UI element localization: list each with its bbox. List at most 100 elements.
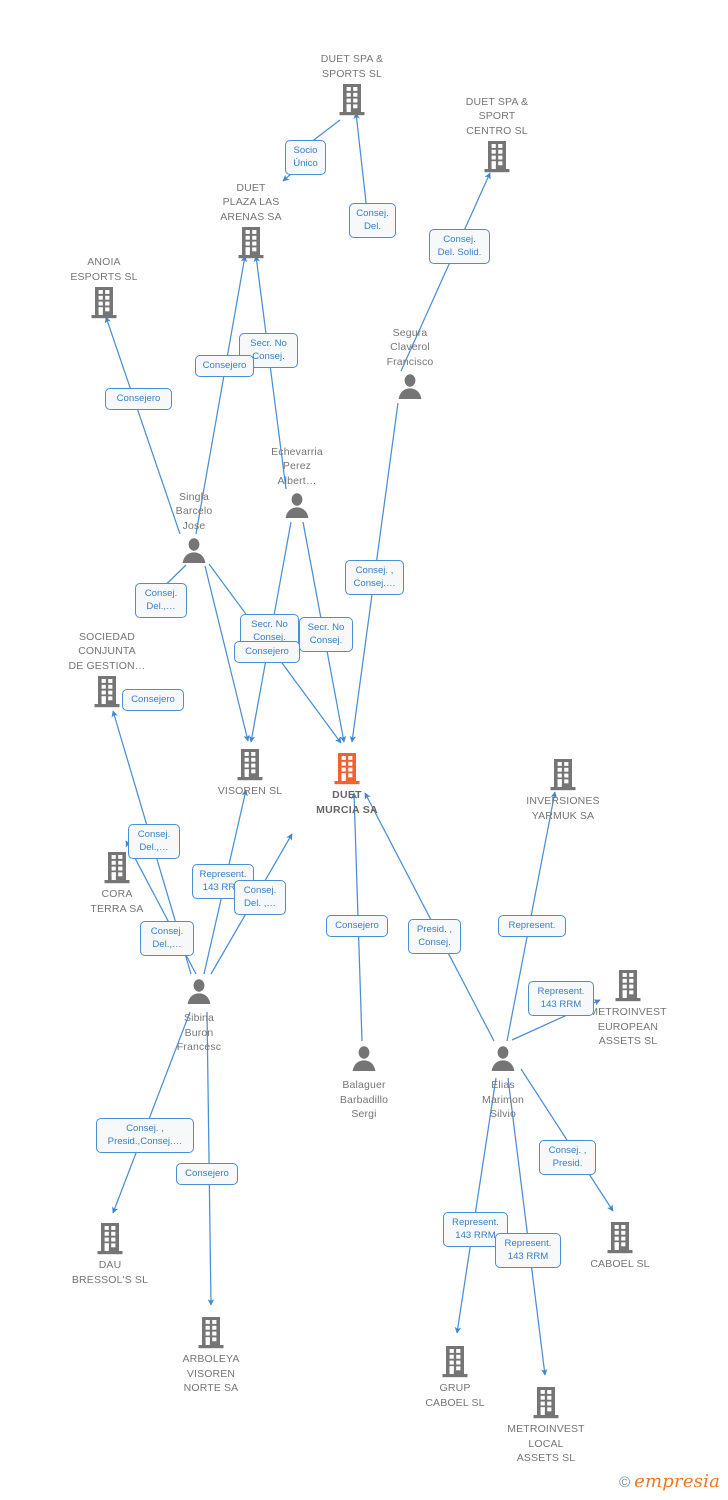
relation-chip-line: Consej. [137,829,171,840]
relation-chip-line: Consej. [443,234,476,245]
relation-chip-line: 143 RRM [540,999,582,1010]
graph-node-duet_plaza_arenas[interactable]: DUET PLAZA LAS ARENAS SA [191,181,311,262]
node-label: DUET PLAZA LAS ARENAS SA [220,181,282,223]
person-icon [285,493,309,518]
graph-node-elias_marimon[interactable]: Elias Marimon Silvio [443,1042,563,1123]
relationship-graph-canvas: DUET SPA & SPORTS SL DUET SPA & SPORT CENTRO… [0,0,728,1500]
relation-chip-consejero_anoia[interactable]: Consejero [105,388,172,410]
node-label: DUET MURCIA SA [316,789,378,816]
relation-chip-socio_unico[interactable]: Socio Único [285,140,326,175]
relation-chip-secr_no_consej_3[interactable]: Secr. No Consej. [299,617,353,652]
relation-chip-line: Secr. No [250,338,287,349]
relation-chip-line: Secr. No [307,622,345,633]
graph-node-duet_murcia[interactable]: DUET MURCIA SA [287,751,407,817]
relation-chip-line: Socio [293,145,318,156]
relation-chip-line: Consejero [202,360,247,371]
graph-node-inversiones_yarmuk[interactable]: INVERSIONES YARMUK SA [503,757,623,823]
graph-node-duet_spa_sports[interactable]: DUET SPA & SPORTS SL [292,52,412,118]
building-icon [91,287,117,319]
building-icon [97,1223,123,1255]
building-icon [484,141,510,173]
relation-chip-line: Consej. [309,635,343,646]
relation-chip-line: Consej.… [353,578,396,589]
relation-chip-line: Único [293,158,318,169]
building-icon [238,227,264,259]
relation-chip-line: Consej. , [548,1145,587,1156]
relation-chip-line: Consejero [185,1168,229,1179]
node-label: METROINVEST LOCAL ASSETS SL [507,1423,585,1464]
relation-chip-line: Del.,… [146,601,176,612]
relation-chip-consejero_murcia[interactable]: Consejero [326,915,388,937]
relation-chip-line: Presid. [552,1158,583,1169]
person-icon [352,1046,376,1071]
graph-node-duet_spa_centro[interactable]: DUET SPA & SPORT CENTRO SL [437,95,557,176]
node-label: Balaguer Barbadillo Sergi [339,1079,389,1120]
relation-chip-line: Del. ,… [244,898,276,909]
copyright-symbol: © [619,1474,631,1491]
relation-chip-consej_del_cora1[interactable]: Consej. Del.,… [128,824,180,859]
node-label: DUET SPA & SPORT CENTRO SL [465,95,529,137]
relation-chip-consej_presid[interactable]: Consej. , Presid. [539,1140,596,1175]
relation-chip-consej_del_cora2[interactable]: Consej. Del. ,… [234,880,286,915]
relation-chip-line: Consej. , [355,565,394,576]
building-icon [198,1317,224,1349]
node-label: CABOEL SL [590,1258,650,1270]
graph-node-arboleya_visoren[interactable]: ARBOLEYA VISOREN NORTE SA [151,1315,271,1396]
node-label: DAU BRESSOL'S SL [71,1259,149,1286]
graph-node-segura_claverol[interactable]: Segura Claverol Francisco [350,326,470,407]
relation-chip-consej_presid_cons[interactable]: Consej. , Presid.,Consej.… [96,1118,194,1153]
relation-chip-consejero_plaza[interactable]: Consejero [195,355,254,377]
node-label: CORA TERRA SA [90,888,144,915]
relation-chip-presid_consej[interactable]: Presid. , Consej. [408,919,461,954]
building-icon [339,84,365,116]
graph-node-singla_barcelo[interactable]: Singla Barcelo Jose [134,490,254,571]
node-label: DUET SPA & SPORTS SL [320,53,384,80]
relation-chip-consejero_arboleya[interactable]: Consejero [176,1163,238,1185]
relation-chip-line: Consej. [356,208,389,219]
node-label: Sibina Buron Francesc [176,1012,222,1053]
relation-chip-consejero_visoren[interactable]: Consejero [234,641,300,663]
building-icon [533,1387,559,1419]
building-icon [607,1222,633,1254]
person-icon [182,538,206,563]
relation-chip-consejero_socconj[interactable]: Consejero [122,689,184,711]
graph-node-caboel[interactable]: CABOEL SL [560,1220,680,1272]
relation-chip-consej_del_1[interactable]: Consej. Del. [349,203,396,238]
building-icon [237,749,263,781]
node-label: SOCIEDAD CONJUNTA DE GESTION… [68,630,146,672]
node-label: Echevarria Perez Albert… [271,445,323,487]
graph-node-sibina_buron[interactable]: Sibina Buron Francesc [139,975,259,1056]
relation-chip-line: Consej. [150,926,184,937]
graph-node-metroinvest_local[interactable]: METROINVEST LOCAL ASSETS SL [486,1385,606,1466]
relation-chip-line: Represent. [537,986,585,997]
relation-chip-line: Del.,… [152,939,182,950]
graph-node-dau_bressols[interactable]: DAU BRESSOL'S SL [50,1221,170,1287]
relation-chip-line: Del. Solid. [437,247,482,258]
relation-chip-line: Represent. [504,1238,552,1249]
relation-chip-consej_consej[interactable]: Consej. , Consej.… [345,560,404,595]
graph-node-anoia_esports[interactable]: ANOIA ESPORTS SL [44,255,164,321]
relation-chip-consej_del_soc[interactable]: Consej. Del.,… [135,583,187,618]
edge-group [104,112,614,1376]
relation-chip-consej_del_cora3[interactable]: Consej. Del.,… [140,921,194,956]
building-icon [550,759,576,791]
relation-chip-represent_yarmuk[interactable]: Represent. [498,915,566,937]
empresia-watermark: © empresia [619,1471,720,1492]
node-label: Singla Barcelo Jose [175,490,213,532]
relation-chip-line: Represent. [508,920,556,931]
node-label: ARBOLEYA VISOREN NORTE SA [182,1353,240,1394]
node-label: Segura Claverol Francisco [386,326,434,368]
node-label: INVERSIONES YARMUK SA [526,795,600,822]
edge-sibina_buron-to-arboleya_visoren [206,1011,215,1306]
relation-chip-line: Del. [363,221,382,232]
graph-node-balaguer_barbadillo[interactable]: Balaguer Barbadillo Sergi [304,1042,424,1123]
relation-chip-represent_143_4[interactable]: Represent. 143 RRM [495,1233,561,1268]
relation-chip-line: Presid.,Consej.… [107,1136,183,1147]
relation-chip-line: Consejero [335,920,379,931]
graph-node-cora_terra[interactable]: CORA TERRA SA [57,850,177,916]
building-icon [442,1346,468,1378]
relation-chip-represent_143_2[interactable]: Represent. 143 RRM [528,981,594,1016]
graph-node-echevarria_perez[interactable]: Echevarria Perez Albert… [237,445,357,526]
relation-chip-line: Consej. , [126,1123,164,1134]
relation-chip-consej_del_solid[interactable]: Consej. Del. Solid. [429,229,490,264]
